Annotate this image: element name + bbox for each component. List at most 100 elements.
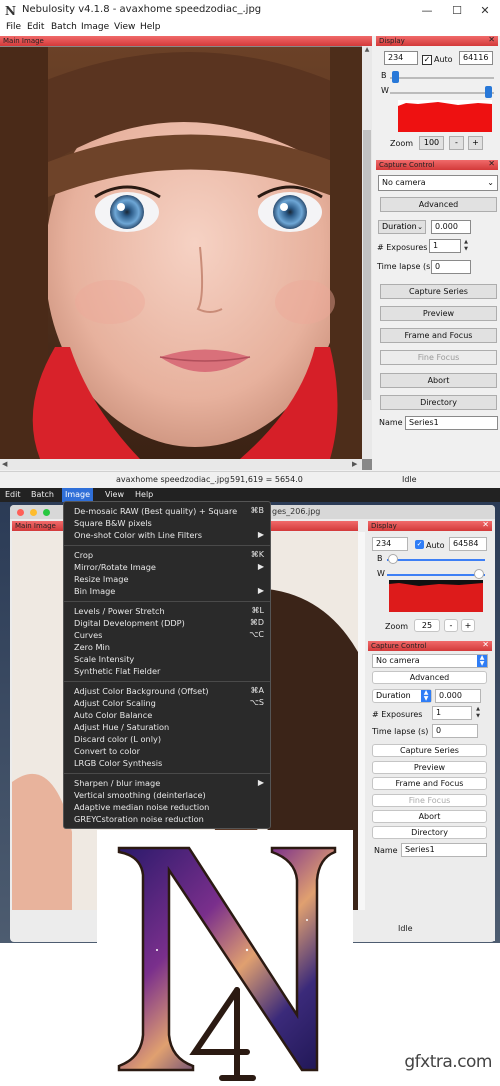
menu-item-hue-saturation[interactable]: Adjust Hue / Saturation [74, 722, 169, 732]
fine-focus-button[interactable]: Fine Focus [380, 350, 497, 365]
menu-view[interactable]: View [114, 22, 135, 32]
white-point-input[interactable]: 64584 [449, 537, 487, 551]
zoom-value[interactable]: 100 [419, 136, 444, 150]
camera-select[interactable]: No camera ▲ ▼ [372, 654, 488, 668]
auto-checkbox[interactable]: ✓ [422, 55, 432, 65]
main-image-photo[interactable] [0, 47, 362, 459]
minimize-icon[interactable] [30, 509, 37, 516]
duration-input[interactable]: 0.000 [431, 220, 471, 234]
w-slider-handle[interactable] [474, 569, 484, 579]
scroll-right-icon[interactable]: ▶ [352, 460, 357, 468]
menu-image[interactable]: Image [62, 488, 94, 502]
menu-item-lrgb[interactable]: LRGB Color Synthesis [74, 758, 162, 768]
w-slider-track[interactable] [387, 574, 485, 576]
duration-select[interactable]: Duration ▲ ▼ [372, 689, 432, 703]
advanced-button[interactable]: Advanced [380, 197, 497, 212]
white-point-input[interactable]: 64116 [459, 51, 493, 65]
menu-item-vertical-smoothing[interactable]: Vertical smoothing (deinterlace) [74, 790, 206, 800]
w-slider-track[interactable] [390, 92, 494, 94]
preview-button[interactable]: Preview [372, 761, 487, 774]
menu-edit[interactable]: Edit [5, 490, 21, 499]
zoom-value[interactable]: 25 [414, 619, 440, 632]
close-icon[interactable]: ✕ [488, 159, 495, 168]
menu-item-scale-intensity[interactable]: Scale Intensity [74, 654, 134, 664]
b-slider-handle[interactable] [392, 71, 399, 83]
b-slider-track[interactable] [390, 77, 494, 79]
scroll-left-icon[interactable]: ◀ [2, 460, 7, 468]
menu-item-resize[interactable]: Resize Image [74, 574, 128, 584]
close-icon[interactable]: ✕ [482, 640, 489, 649]
exposures-stepper[interactable]: ▲ ▼ [462, 239, 470, 253]
exposures-input[interactable]: 1 [429, 239, 461, 253]
w-slider-handle[interactable] [485, 86, 492, 98]
abort-button[interactable]: Abort [372, 810, 487, 823]
exposures-input[interactable]: 1 [432, 706, 472, 720]
menu-item-greycstoration[interactable]: GREYCstoration noise reduction [74, 814, 204, 824]
menu-item-levels[interactable]: Levels / Power Stretch [74, 606, 165, 616]
menu-item-color-background[interactable]: Adjust Color Background (Offset) [74, 686, 209, 696]
menu-item-auto-color-balance[interactable]: Auto Color Balance [74, 710, 152, 720]
preview-button[interactable]: Preview [380, 306, 497, 321]
menu-item-color-scaling[interactable]: Adjust Color Scaling [74, 698, 156, 708]
zoom-in-button[interactable]: + [468, 136, 483, 150]
menu-file[interactable]: File [6, 22, 21, 32]
menu-view[interactable]: View [105, 490, 124, 499]
camera-select[interactable]: No camera ⌄ [378, 175, 498, 191]
menu-help[interactable]: Help [135, 490, 153, 499]
maximize-icon[interactable]: ☐ [442, 2, 472, 20]
menu-image[interactable]: Image [81, 22, 109, 32]
scroll-up-icon[interactable]: ▲ [362, 46, 372, 56]
horizontal-scrollbar[interactable]: ◀ ▶ [0, 459, 362, 470]
menu-item-demosaic[interactable]: De-mosaic RAW (Best quality) + Square [74, 506, 237, 516]
advanced-button[interactable]: Advanced [372, 671, 487, 684]
vertical-scroll-thumb[interactable] [363, 130, 371, 400]
timelapse-input[interactable]: 0 [432, 724, 478, 738]
menu-batch[interactable]: Batch [31, 490, 54, 499]
close-icon[interactable]: ✕ [470, 2, 500, 20]
timelapse-input[interactable]: 0 [431, 260, 471, 274]
zoom-out-button[interactable]: - [449, 136, 464, 150]
menu-help[interactable]: Help [140, 22, 161, 32]
black-point-input[interactable]: 234 [372, 537, 408, 551]
minimize-icon[interactable]: — [412, 2, 442, 20]
abort-button[interactable]: Abort [380, 373, 497, 388]
directory-button[interactable]: Directory [380, 395, 497, 410]
b-slider-handle[interactable] [388, 554, 398, 564]
menu-item-convert-color[interactable]: Convert to color [74, 746, 140, 756]
menu-item-zero-min[interactable]: Zero Min [74, 642, 110, 652]
menu-edit[interactable]: Edit [27, 22, 44, 32]
auto-checkbox[interactable]: ✓ [415, 540, 424, 549]
exposures-stepper[interactable]: ▲ ▼ [474, 706, 482, 720]
frame-focus-button[interactable]: Frame and Focus [380, 328, 497, 343]
frame-focus-button[interactable]: Frame and Focus [372, 777, 487, 790]
menu-item-discard-color[interactable]: Discard color (L only) [74, 734, 161, 744]
series-name-input[interactable]: Series1 [401, 843, 487, 857]
b-slider-track[interactable] [387, 559, 485, 561]
close-icon[interactable]: ✕ [488, 35, 495, 44]
capture-series-button[interactable]: Capture Series [372, 744, 487, 757]
menu-item-curves[interactable]: Curves [74, 630, 102, 640]
menu-item-sharpen-blur[interactable]: Sharpen / blur image [74, 778, 160, 788]
duration-input[interactable]: 0.000 [435, 689, 481, 703]
close-icon[interactable] [17, 509, 24, 516]
duration-select[interactable]: Duration ⌄ [378, 220, 426, 234]
vertical-scrollbar[interactable]: ▲ [362, 46, 372, 459]
menu-item-crop[interactable]: Crop [74, 550, 93, 560]
menu-item-adaptive-median[interactable]: Adaptive median noise reduction [74, 802, 209, 812]
menu-item-one-shot-color[interactable]: One-shot Color with Line Filters [74, 530, 202, 540]
menu-item-flat-fielder[interactable]: Synthetic Flat Fielder [74, 666, 160, 676]
series-name-input[interactable]: Series1 [405, 416, 498, 430]
black-point-input[interactable]: 234 [384, 51, 418, 65]
menu-item-bin[interactable]: Bin Image [74, 586, 115, 596]
capture-series-button[interactable]: Capture Series [380, 284, 497, 299]
menu-item-square-bw[interactable]: Square B&W pixels [74, 518, 152, 528]
directory-button[interactable]: Directory [372, 826, 487, 839]
menu-item-mirror-rotate[interactable]: Mirror/Rotate Image [74, 562, 156, 572]
fine-focus-button[interactable]: Fine Focus [372, 794, 487, 807]
menu-batch[interactable]: Batch [51, 22, 77, 32]
zoom-out-button[interactable]: - [444, 619, 458, 632]
close-icon[interactable]: ✕ [482, 520, 489, 529]
zoom-in-button[interactable]: + [461, 619, 475, 632]
vertical-scrollbar[interactable] [358, 532, 365, 910]
menu-item-ddp[interactable]: Digital Development (DDP) [74, 618, 185, 628]
